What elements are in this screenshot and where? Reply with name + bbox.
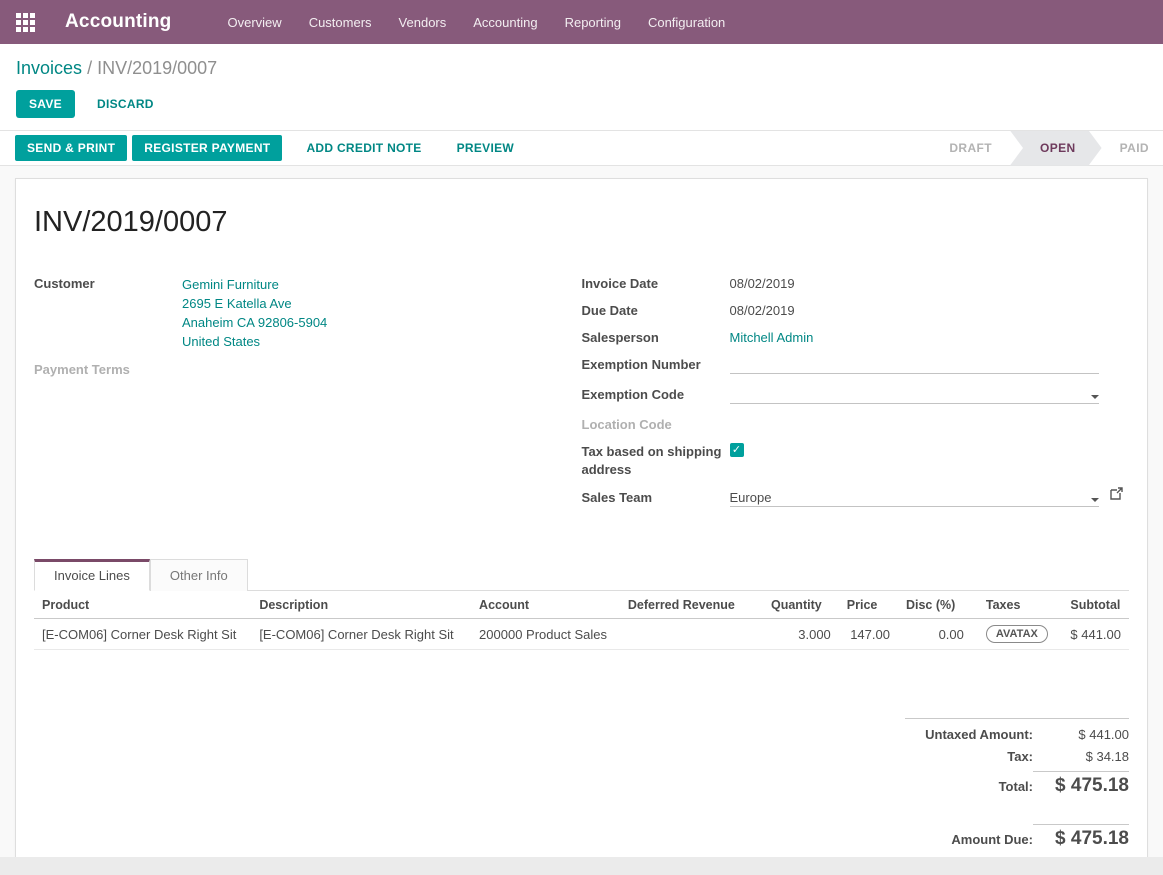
apps-grid-icon[interactable]: [16, 13, 35, 32]
cell-taxes[interactable]: AVATAX: [972, 619, 1063, 650]
fields-right-column: Invoice Date 08/02/2019 Due Date 08/02/2…: [582, 275, 1130, 517]
top-navbar: Accounting Overview Customers Vendors Ac…: [0, 0, 1163, 44]
sales-team-label: Sales Team: [582, 489, 730, 507]
due-date-value[interactable]: 08/02/2019: [730, 302, 1100, 319]
total-label: Total:: [999, 779, 1033, 794]
invoice-sheet: INV/2019/0007 Customer Gemini Furniture …: [15, 178, 1148, 857]
location-code-value: [730, 416, 1100, 433]
statusbar: DRAFT OPEN PAID: [931, 131, 1163, 166]
cell-discount[interactable]: 0.00: [898, 619, 972, 650]
amount-due-label: Amount Due:: [951, 832, 1033, 847]
cell-quantity[interactable]: 3.000: [763, 619, 839, 650]
location-code-label: Location Code: [582, 416, 730, 433]
caret-down-icon[interactable]: [1091, 395, 1099, 399]
tab-invoice-lines[interactable]: Invoice Lines: [34, 559, 150, 591]
cell-price[interactable]: 147.00: [839, 619, 898, 650]
customer-label: Customer: [34, 275, 182, 351]
customer-value: Gemini Furniture 2695 E Katella Ave Anah…: [182, 275, 582, 351]
page-background: INV/2019/0007 Customer Gemini Furniture …: [0, 166, 1163, 857]
untaxed-amount-label: Untaxed Amount:: [925, 727, 1033, 742]
invoice-number-title: INV/2019/0007: [34, 206, 1129, 239]
status-draft[interactable]: DRAFT: [931, 131, 1010, 166]
salesperson-value[interactable]: Mitchell Admin: [730, 329, 1100, 346]
register-payment-button[interactable]: REGISTER PAYMENT: [132, 135, 282, 161]
send-print-button[interactable]: SEND & PRINT: [15, 135, 127, 161]
customer-name-link[interactable]: Gemini Furniture: [182, 275, 582, 294]
menu-accounting[interactable]: Accounting: [473, 15, 537, 30]
salesperson-label: Salesperson: [582, 329, 730, 346]
cell-deferred-revenue[interactable]: [620, 619, 763, 650]
breadcrumb-invoices[interactable]: Invoices: [16, 58, 82, 78]
tab-other-info[interactable]: Other Info: [150, 559, 248, 591]
caret-down-icon[interactable]: [1091, 498, 1099, 502]
cell-product[interactable]: [E-COM06] Corner Desk Right Sit: [34, 619, 251, 650]
sales-team-value: Europe: [730, 489, 1092, 506]
customer-address-line1[interactable]: 2695 E Katella Ave: [182, 294, 582, 313]
exemption-number-input[interactable]: [730, 356, 1100, 374]
navbar-menu: Overview Customers Vendors Accounting Re…: [228, 15, 726, 30]
col-deferred-revenue[interactable]: Deferred Revenue: [620, 591, 763, 619]
col-price[interactable]: Price: [839, 591, 898, 619]
table-header-row: Product Description Account Deferred Rev…: [34, 591, 1129, 619]
menu-customers[interactable]: Customers: [309, 15, 372, 30]
breadcrumb-current: INV/2019/0007: [97, 58, 217, 78]
customer-address-line3[interactable]: United States: [182, 332, 582, 351]
action-bar: SEND & PRINT REGISTER PAYMENT ADD CREDIT…: [0, 130, 1163, 166]
menu-reporting[interactable]: Reporting: [565, 15, 621, 30]
menu-overview[interactable]: Overview: [228, 15, 282, 30]
status-paid[interactable]: PAID: [1102, 131, 1163, 166]
external-link-icon[interactable]: [1110, 487, 1123, 504]
col-taxes[interactable]: Taxes: [972, 591, 1063, 619]
col-quantity[interactable]: Quantity: [763, 591, 839, 619]
exemption-code-select[interactable]: [730, 386, 1100, 404]
save-button[interactable]: SAVE: [16, 90, 75, 118]
app-title[interactable]: Accounting: [65, 11, 172, 33]
tax-shipping-label: Tax based on shipping address: [582, 443, 730, 479]
footer-strip: [0, 857, 1163, 875]
col-account[interactable]: Account: [471, 591, 620, 619]
payment-terms-value[interactable]: [182, 361, 582, 378]
invoice-line-row[interactable]: [E-COM06] Corner Desk Right Sit [E-COM06…: [34, 619, 1129, 650]
preview-button[interactable]: PREVIEW: [447, 134, 524, 162]
cell-description[interactable]: [E-COM06] Corner Desk Right Sit: [251, 619, 471, 650]
fields-left-column: Customer Gemini Furniture 2695 E Katella…: [34, 275, 582, 517]
col-product[interactable]: Product: [34, 591, 251, 619]
cell-account[interactable]: 200000 Product Sales: [471, 619, 620, 650]
tax-shipping-checkbox[interactable]: ✓: [730, 443, 744, 457]
invoice-date-label: Invoice Date: [582, 275, 730, 292]
payment-terms-label: Payment Terms: [34, 361, 182, 378]
totals-block: Untaxed Amount: $ 441.00 Tax: $ 34.18 To…: [905, 718, 1129, 857]
notebook-tabs: Invoice Lines Other Info: [34, 559, 1129, 591]
menu-configuration[interactable]: Configuration: [648, 15, 725, 30]
col-description[interactable]: Description: [251, 591, 471, 619]
col-discount[interactable]: Disc (%): [898, 591, 972, 619]
breadcrumb: Invoices / INV/2019/0007: [16, 55, 1147, 81]
due-date-label: Due Date: [582, 302, 730, 319]
invoice-lines-table: Product Description Account Deferred Rev…: [34, 591, 1129, 650]
control-panel: Invoices / INV/2019/0007 SAVE DISCARD: [0, 44, 1163, 128]
sales-team-select[interactable]: Europe: [730, 489, 1100, 507]
tax-value: $ 34.18: [1033, 749, 1129, 764]
tax-badge[interactable]: AVATAX: [986, 625, 1048, 643]
exemption-number-label: Exemption Number: [582, 356, 730, 374]
discard-button[interactable]: DISCARD: [87, 90, 164, 118]
col-subtotal[interactable]: Subtotal: [1062, 591, 1129, 619]
menu-vendors[interactable]: Vendors: [399, 15, 447, 30]
tax-label: Tax:: [1007, 749, 1033, 764]
exemption-code-label: Exemption Code: [582, 386, 730, 404]
invoice-date-value[interactable]: 08/02/2019: [730, 275, 1100, 292]
customer-address-line2[interactable]: Anaheim CA 92806-5904: [182, 313, 582, 332]
status-open[interactable]: OPEN: [1010, 131, 1102, 166]
untaxed-amount-value: $ 441.00: [1033, 727, 1129, 742]
add-credit-note-button[interactable]: ADD CREDIT NOTE: [296, 134, 431, 162]
breadcrumb-separator: /: [87, 58, 92, 78]
tax-shipping-value: ✓: [730, 443, 1100, 479]
total-value: $ 475.18: [1033, 771, 1129, 797]
cell-subtotal[interactable]: $ 441.00: [1062, 619, 1129, 650]
amount-due-value: $ 475.18: [1033, 824, 1129, 850]
